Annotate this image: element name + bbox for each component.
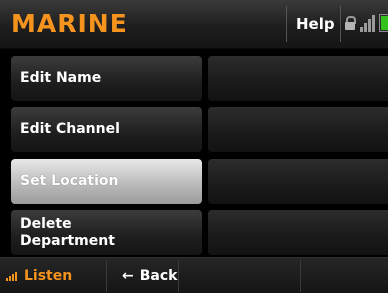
- header-bar: MARINE Help: [0, 0, 388, 49]
- header-divider: [286, 6, 287, 42]
- back-softkey[interactable]: ← Back: [108, 258, 178, 293]
- signal-bars-icon: [6, 271, 20, 281]
- edit-channel-button[interactable]: Edit Channel: [11, 107, 202, 152]
- help-button[interactable]: Help: [296, 15, 335, 33]
- value-panel: [208, 159, 388, 204]
- menu-item-label-line1: Delete: [20, 215, 72, 232]
- softkey-empty[interactable]: [180, 258, 300, 293]
- softkey-empty[interactable]: [302, 258, 388, 293]
- header-divider: [340, 6, 341, 42]
- battery-level: [381, 16, 388, 30]
- menu-item-label: Set Location: [20, 173, 119, 189]
- value-panel: [208, 210, 388, 255]
- value-panel: [208, 56, 388, 101]
- signal-icon: [360, 14, 378, 32]
- page-title: MARINE: [11, 9, 128, 38]
- menu-item-label: Edit Channel: [20, 121, 120, 137]
- delete-department-button[interactable]: Delete Department: [11, 210, 202, 255]
- listen-softkey[interactable]: Listen: [0, 258, 106, 293]
- battery-icon: [379, 14, 388, 32]
- lock-icon: [345, 16, 356, 30]
- softkey-divider: [300, 260, 301, 292]
- menu-item-label: Edit Name: [20, 70, 102, 86]
- set-location-button[interactable]: Set Location: [11, 159, 202, 204]
- menu-item-label: Delete Department: [20, 216, 115, 250]
- listen-label: Listen: [24, 268, 73, 284]
- softkey-divider: [178, 260, 179, 292]
- menu-item-label-line2: Department: [20, 232, 115, 249]
- back-label: Back: [139, 268, 178, 284]
- softkey-bar: Listen ← Back: [0, 257, 388, 293]
- back-arrow-icon: ←: [122, 268, 134, 284]
- softkey-divider: [106, 260, 107, 292]
- radio-screen: MARINE Help Edit Name Edit Channel Set L…: [0, 0, 388, 293]
- edit-name-button[interactable]: Edit Name: [11, 56, 202, 101]
- value-panel: [208, 107, 388, 152]
